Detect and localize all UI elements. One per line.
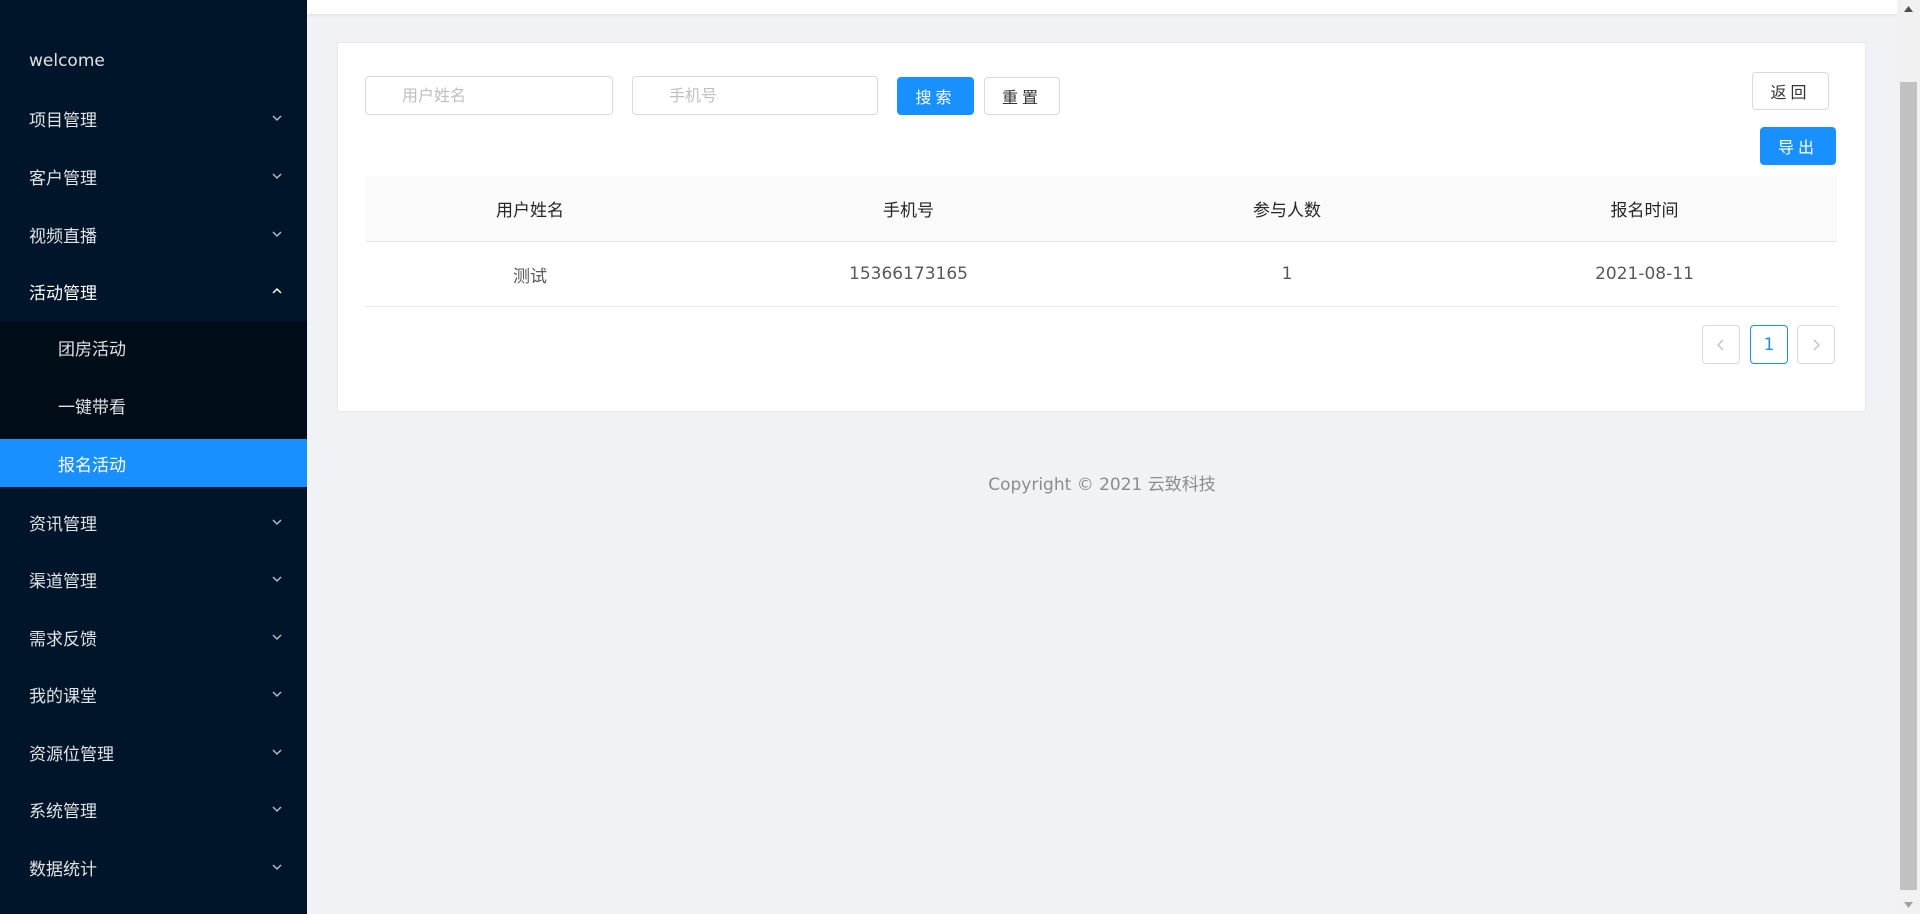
column-header-phone: 手机号 [883,201,934,221]
sidebar-item-label: 视频直播 [29,226,97,247]
back-button[interactable]: 返回 [1752,72,1829,110]
activity-submenu: 团房活动 一键带看 报名活动 [0,321,307,487]
username-search-field[interactable] [365,76,613,115]
scroll-up-arrow-icon[interactable] [1897,0,1920,18]
chevron-down-icon [271,861,283,873]
sidebar-item-activity-management[interactable]: 活动管理 [0,267,307,315]
column-header-username: 用户姓名 [496,201,564,221]
chevron-down-icon [271,631,283,643]
sidebar-item-label: welcome [29,51,105,71]
sidebar-item-data-statistics[interactable]: 数据统计 [0,843,307,891]
sidebar-item-channel-management[interactable]: 渠道管理 [0,555,307,603]
sidebar-item-label: 资源位管理 [29,744,114,765]
chevron-down-icon [271,746,283,758]
chevron-left-icon [1717,339,1724,350]
cell-username: 测试 [513,266,547,287]
chevron-down-icon [271,170,283,182]
scroll-down-arrow-icon[interactable] [1897,896,1920,914]
pagination-next-button[interactable] [1797,325,1835,364]
sidebar-item-live-video[interactable]: 视频直播 [0,210,307,258]
sidebar-subitem-label: 一键带看 [58,397,126,418]
cell-phone: 15366173165 [849,264,968,284]
footer-copyright: Copyright © 2021 云致科技 [988,475,1216,495]
export-button[interactable]: 导出 [1760,127,1836,165]
sidebar-item-feedback[interactable]: 需求反馈 [0,613,307,661]
sidebar-item-welcome[interactable]: welcome [0,37,307,85]
sidebar-item-customer-management[interactable]: 客户管理 [0,152,307,200]
column-header-signup-time: 报名时间 [1610,201,1679,221]
top-header [307,0,1897,14]
cell-signup-time: 2021-08-11 [1595,264,1694,284]
sidebar-item-label: 数据统计 [29,859,97,880]
pagination-prev-button[interactable] [1702,325,1740,364]
phone-search-field[interactable] [632,76,878,115]
sidebar-subitem-label: 团房活动 [58,339,126,360]
pagination-page-button[interactable]: 1 [1750,325,1788,364]
sidebar-item-system-management[interactable]: 系统管理 [0,785,307,833]
cell-participants: 1 [1281,264,1293,284]
sidebar-item-resource-slots[interactable]: 资源位管理 [0,728,307,776]
phone-search-input[interactable] [669,86,877,105]
username-search-input[interactable] [402,86,612,105]
sidebar-item-label: 客户管理 [29,168,97,189]
sidebar-item-project-management[interactable]: 项目管理 [0,94,307,142]
sidebar-item-my-classroom[interactable]: 我的课堂 [0,670,307,718]
page-scrollbar[interactable] [1897,0,1920,914]
chevron-down-icon [271,688,283,700]
chevron-down-icon [271,516,283,528]
signup-table: 用户姓名 手机号 参与人数 报名时间 测试 15366173165 1 2021… [365,176,1837,307]
sidebar-item-label: 资讯管理 [29,514,97,535]
scrollbar-thumb[interactable] [1900,82,1917,890]
table-header: 用户姓名 手机号 参与人数 报名时间 [365,176,1837,242]
reset-button[interactable]: 重置 [984,77,1060,115]
sidebar-item-label: 活动管理 [29,283,97,304]
chevron-down-icon [271,803,283,815]
sidebar-item-label: 渠道管理 [29,571,97,592]
chevron-right-icon [1813,339,1820,350]
search-button[interactable]: 搜索 [897,77,974,115]
sidebar-subitem-signup-activity[interactable]: 报名活动 [0,439,307,487]
sidebar-subitem-group-activity[interactable]: 团房活动 [0,323,307,371]
sidebar-item-label: 我的课堂 [29,686,97,707]
chevron-down-icon [271,228,283,240]
sidebar-item-label: 项目管理 [29,110,97,131]
sidebar-subitem-one-click-viewing[interactable]: 一键带看 [0,381,307,429]
chevron-up-icon [271,285,283,297]
sidebar-item-label: 系统管理 [29,801,97,822]
sidebar-subitem-label: 报名活动 [58,455,126,476]
chevron-down-icon [271,112,283,124]
column-header-participants: 参与人数 [1253,201,1321,221]
table-row: 测试 15366173165 1 2021-08-11 [365,242,1837,307]
sidebar-item-news-management[interactable]: 资讯管理 [0,498,307,546]
chevron-down-icon [271,573,283,585]
sidebar-item-label: 需求反馈 [29,629,97,650]
sidebar: welcome 项目管理 客户管理 视频直播 活动管理 团房活动 一键带看 报名… [0,0,307,914]
